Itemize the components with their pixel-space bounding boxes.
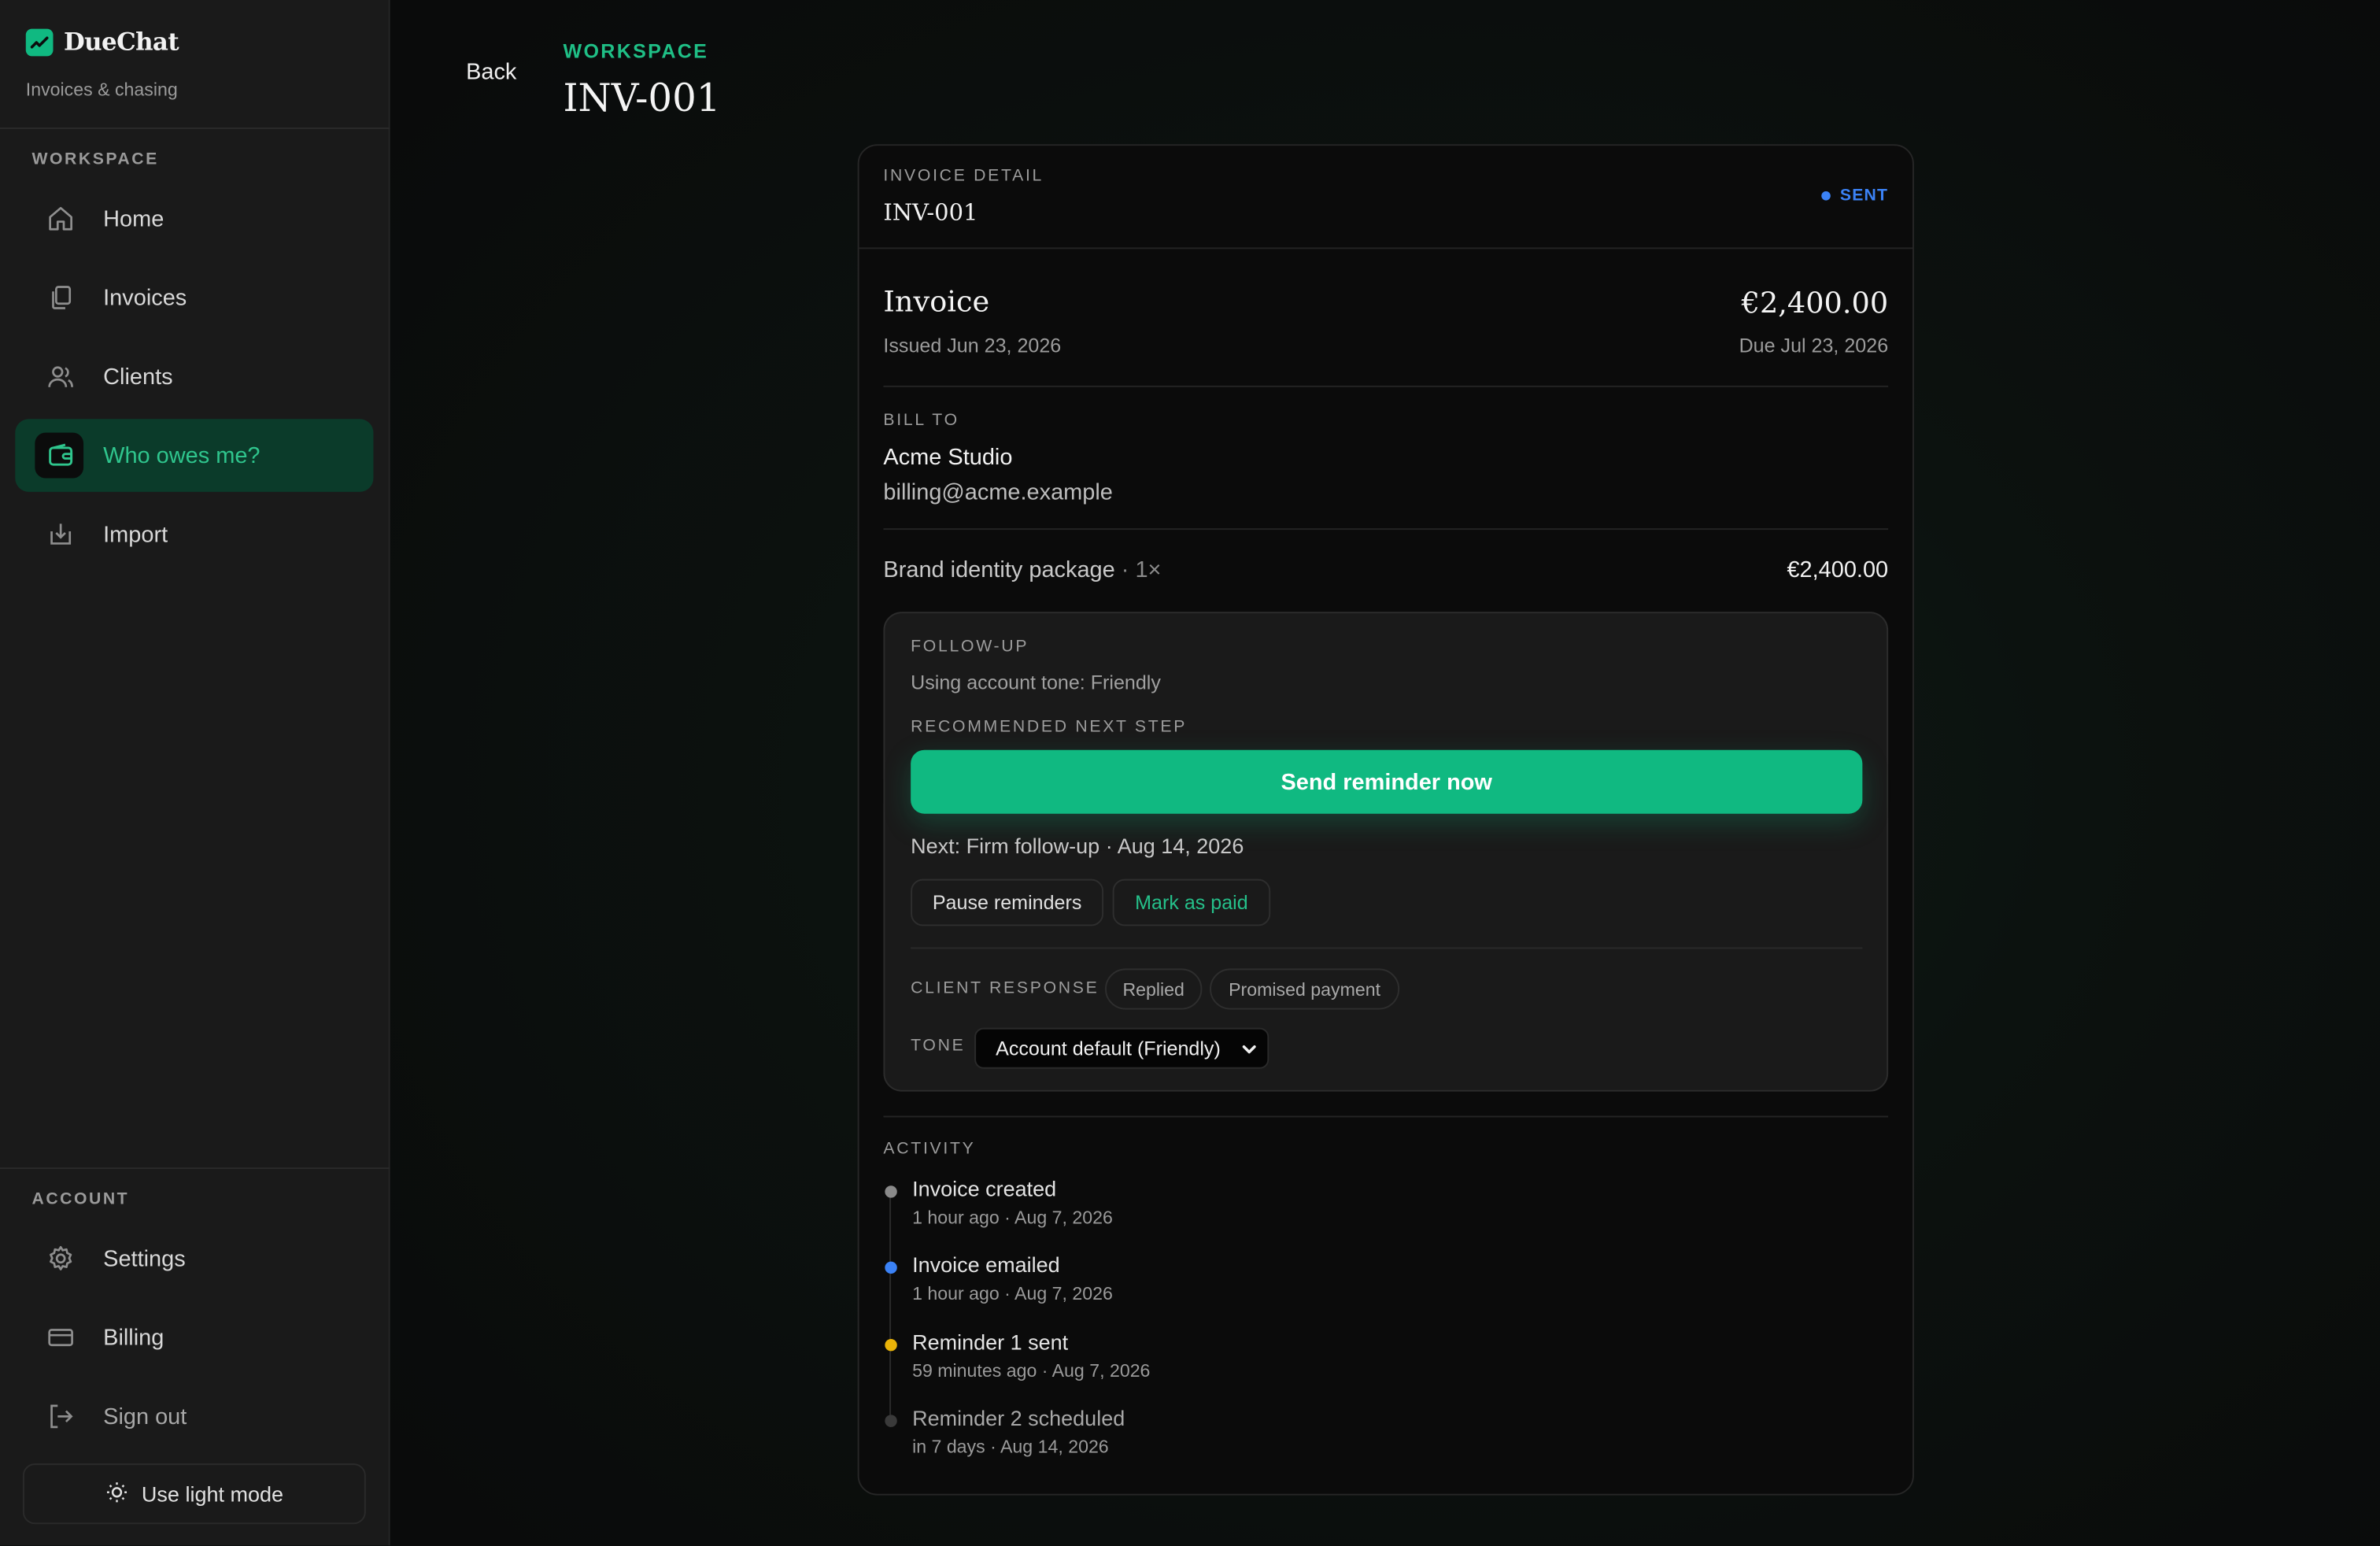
brand[interactable]: DueChat xyxy=(25,27,179,57)
status-text: SENT xyxy=(1839,187,1889,205)
sidebar-item-sign-out[interactable]: Sign out xyxy=(15,1380,373,1453)
sidebar-item-label: Settings xyxy=(103,1245,186,1272)
sidebar-item-label: Who owes me? xyxy=(103,442,261,468)
send-reminder-button[interactable]: Send reminder now xyxy=(911,749,1863,814)
sign-out-icon xyxy=(46,1401,76,1432)
invoice-heading: Invoice xyxy=(883,285,990,319)
mark-as-paid-button[interactable]: Mark as paid xyxy=(1112,878,1271,926)
pause-reminders-button[interactable]: Pause reminders xyxy=(911,878,1104,926)
sidebar-item-billing[interactable]: Billing xyxy=(15,1301,373,1374)
users-icon xyxy=(46,361,76,392)
timeline-dot xyxy=(885,1185,897,1198)
status-dot xyxy=(1821,190,1831,201)
brand-subtitle: Invoices & chasing xyxy=(25,79,178,101)
activity-title: Invoice emailed xyxy=(912,1252,1060,1277)
status-badge: SENT xyxy=(1821,187,1889,205)
invoice-number: INV-001 xyxy=(883,198,978,227)
line-item-amount: €2,400.00 xyxy=(1787,557,1889,583)
sidebar-item-label: Import xyxy=(103,521,168,548)
recommended-label: RECOMMENDED NEXT STEP xyxy=(911,718,1188,737)
sun-icon xyxy=(105,1479,130,1508)
sidebar-item-label: Home xyxy=(103,205,164,232)
home-icon xyxy=(46,203,76,234)
client-email: billing@acme.example xyxy=(883,479,1113,506)
timeline-dot xyxy=(885,1338,897,1352)
activity-meta: 1 hour ago · Aug 7, 2026 xyxy=(912,1207,1113,1229)
client-name: Acme Studio xyxy=(883,445,1013,471)
card-header: INVOICE DETAIL INV-001 SENT xyxy=(859,146,1913,250)
app-root: DueChat Invoices & chasing WORKSPACE Hom… xyxy=(0,0,2380,1546)
sidebar-item-label: Sign out xyxy=(103,1403,187,1429)
response-chip-promised-payment[interactable]: Promised payment xyxy=(1210,968,1400,1010)
divider xyxy=(883,385,1889,387)
sidebar-item-settings[interactable]: Settings xyxy=(15,1222,373,1295)
due-date: Due Jul 23, 2026 xyxy=(1739,334,1889,357)
tone-note: Using account tone: Friendly xyxy=(911,671,1161,694)
activity-label: ACTIVITY xyxy=(883,1140,976,1159)
section-label-account: ACCOUNT xyxy=(31,1189,130,1209)
follow-up-label: FOLLOW-UP xyxy=(911,637,1029,656)
activity-meta: in 7 days · Aug 14, 2026 xyxy=(912,1436,1109,1458)
line-item-description: Brand identity package xyxy=(883,557,1115,583)
divider xyxy=(883,1115,1889,1118)
tone-select-value: Account default (Friendly) xyxy=(996,1037,1221,1060)
sidebar-item-label: Clients xyxy=(103,363,173,390)
activity-title: Invoice created xyxy=(912,1176,1057,1201)
import-icon xyxy=(46,520,76,550)
gear-icon xyxy=(46,1243,76,1274)
divider xyxy=(911,947,1863,949)
card-label: INVOICE DETAIL xyxy=(883,167,1044,186)
sidebar-item-who-owes-me[interactable]: Who owes me? xyxy=(15,419,374,492)
wallet-icon xyxy=(46,440,76,471)
timeline-dot xyxy=(885,1261,897,1274)
sidebar-item-label: Billing xyxy=(103,1324,164,1351)
chevron-down-icon xyxy=(1240,1040,1258,1063)
client-response-label: CLIENT RESPONSE xyxy=(911,978,1099,998)
page-eyebrow: WORKSPACE xyxy=(563,39,709,63)
light-mode-toggle-button[interactable]: Use light mode xyxy=(22,1463,366,1525)
documents-icon xyxy=(46,283,76,313)
back-button[interactable]: Back xyxy=(466,59,516,85)
sidebar-item-label: Invoices xyxy=(103,284,187,311)
tone-select[interactable]: Account default (Friendly) xyxy=(974,1027,1269,1069)
brand-name: DueChat xyxy=(63,27,179,57)
divider xyxy=(883,528,1889,531)
divider xyxy=(0,127,390,129)
bill-to-label: BILL TO xyxy=(883,411,959,430)
activity-meta: 59 minutes ago · Aug 7, 2026 xyxy=(912,1359,1151,1381)
activity-title: Reminder 1 sent xyxy=(912,1330,1069,1355)
invoice-amount: €2,400.00 xyxy=(1741,287,1889,320)
activity-meta: 1 hour ago · Aug 7, 2026 xyxy=(912,1282,1113,1304)
divider xyxy=(0,1167,390,1169)
activity-title: Reminder 2 scheduled xyxy=(912,1405,1125,1430)
timeline-dot xyxy=(885,1415,897,1427)
invoice-detail-card: INVOICE DETAIL INV-001 SENT Invoice €2,4… xyxy=(857,144,1914,1496)
follow-up-panel: FOLLOW-UP Using account tone: Friendly R… xyxy=(883,612,1889,1092)
sidebar-item-home[interactable]: Home xyxy=(15,182,373,255)
sidebar-item-clients[interactable]: Clients xyxy=(15,340,373,413)
timeline-line xyxy=(889,1196,892,1427)
line-item-quantity: · 1× xyxy=(1121,557,1162,583)
next-step-text: Next: Firm follow-up · Aug 14, 2026 xyxy=(911,833,1244,858)
tone-label: TONE xyxy=(911,1037,966,1056)
main-content: Back WORKSPACE INV-001 INVOICE DETAIL IN… xyxy=(390,0,2380,1546)
light-mode-label: Use light mode xyxy=(141,1481,284,1507)
issued-date: Issued Jun 23, 2026 xyxy=(883,334,1062,357)
credit-card-icon xyxy=(46,1322,76,1353)
sidebar-item-import[interactable]: Import xyxy=(15,498,373,571)
line-item: Brand identity package · 1× xyxy=(883,557,1161,583)
sidebar: DueChat Invoices & chasing WORKSPACE Hom… xyxy=(0,0,390,1546)
response-chip-replied[interactable]: Replied xyxy=(1104,968,1203,1010)
sidebar-item-invoices[interactable]: Invoices xyxy=(15,261,373,335)
trend-chart-icon xyxy=(25,28,54,56)
page-title: INV-001 xyxy=(563,76,721,120)
section-label-workspace: WORKSPACE xyxy=(31,150,159,169)
